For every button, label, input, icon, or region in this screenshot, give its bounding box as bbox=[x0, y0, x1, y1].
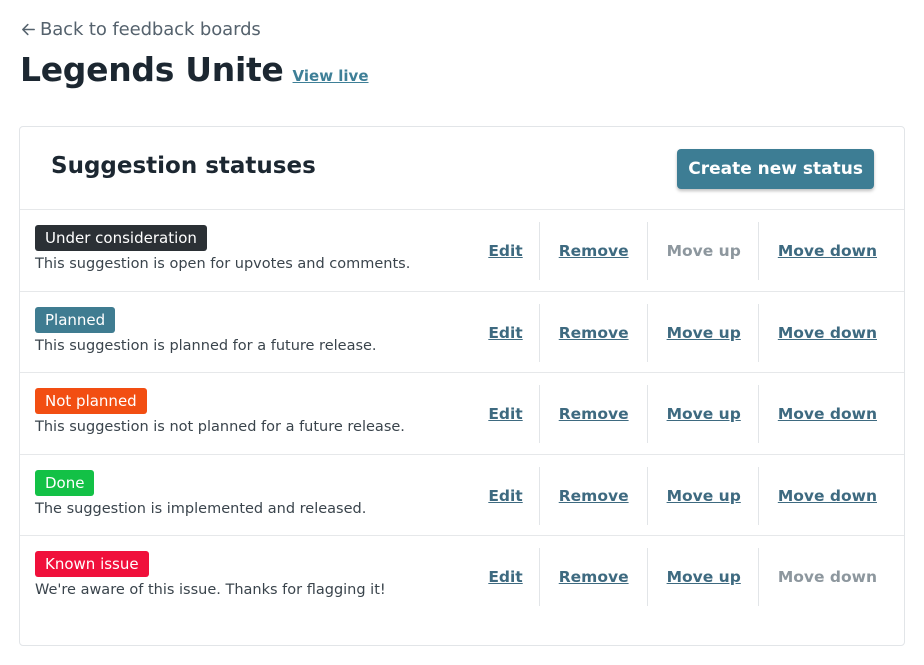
edit-link[interactable]: Edit bbox=[488, 568, 538, 586]
remove-link[interactable]: Remove bbox=[540, 487, 647, 505]
status-badge: Known issue bbox=[35, 551, 149, 577]
card-header: Suggestion statuses Create new status bbox=[20, 127, 904, 210]
section-title: Suggestion statuses bbox=[51, 153, 316, 179]
status-description: The suggestion is implemented and releas… bbox=[35, 500, 367, 517]
move-down-link[interactable]: Move down bbox=[759, 242, 894, 260]
remove-link[interactable]: Remove bbox=[540, 405, 647, 423]
move-up-link[interactable]: Move up bbox=[648, 487, 758, 505]
status-description: This suggestion is planned for a future … bbox=[35, 337, 377, 354]
status-row: Not planned This suggestion is not planne… bbox=[20, 373, 904, 455]
remove-link[interactable]: Remove bbox=[540, 568, 647, 586]
status-row: Done The suggestion is implemented and re… bbox=[20, 455, 904, 536]
status-list: Under consideration This suggestion is op… bbox=[20, 210, 904, 618]
move-down-link: Move down bbox=[777, 568, 877, 586]
move-up-link[interactable]: Move up bbox=[648, 405, 758, 423]
remove-link[interactable]: Remove bbox=[540, 324, 647, 342]
status-badge: Under consideration bbox=[35, 225, 207, 251]
move-down-link[interactable]: Move down bbox=[759, 405, 894, 423]
arrow-left-icon bbox=[22, 23, 35, 36]
status-row: Known issue We're aware of this issue. Th… bbox=[20, 536, 904, 618]
back-link-label: Back to feedback boards bbox=[40, 19, 261, 40]
status-row: Planned This suggestion is planned for a … bbox=[20, 292, 904, 373]
status-badge: Done bbox=[35, 469, 95, 496]
move-down-link[interactable]: Move down bbox=[759, 324, 894, 342]
edit-link[interactable]: Edit bbox=[488, 324, 538, 342]
status-badge: Planned bbox=[35, 306, 116, 333]
status-actions: Edit Remove Move up Move down bbox=[488, 384, 894, 444]
edit-link[interactable]: Edit bbox=[488, 487, 538, 505]
status-actions: Edit Remove Move up Move down bbox=[488, 303, 894, 363]
move-down-link[interactable]: Move down bbox=[759, 487, 894, 505]
view-live-link[interactable]: View live bbox=[293, 67, 369, 85]
statuses-card: Suggestion statuses Create new status Un… bbox=[19, 126, 905, 646]
status-description: We're aware of this issue. Thanks for fl… bbox=[35, 582, 386, 598]
status-actions: Edit Remove Move up Move down bbox=[488, 466, 894, 526]
create-new-status-button[interactable]: Create new status bbox=[677, 148, 874, 189]
page-title: Legends Unite bbox=[20, 50, 284, 89]
status-actions: Edit Remove Move up Move down bbox=[488, 221, 894, 281]
move-up-link[interactable]: Move up bbox=[648, 324, 758, 342]
move-up-link[interactable]: Move up bbox=[648, 568, 758, 586]
edit-link[interactable]: Edit bbox=[488, 242, 538, 260]
status-description: This suggestion is open for upvotes and … bbox=[35, 256, 411, 272]
status-description: This suggestion is not planned for a fut… bbox=[35, 419, 405, 435]
remove-link[interactable]: Remove bbox=[540, 242, 647, 260]
status-actions: Edit Remove Move up Move down bbox=[488, 547, 894, 607]
edit-link[interactable]: Edit bbox=[488, 405, 538, 423]
status-row: Under consideration This suggestion is op… bbox=[20, 210, 904, 292]
title-row: Legends Unite View live bbox=[20, 50, 369, 89]
move-up-link: Move up bbox=[666, 242, 741, 260]
back-to-boards-link[interactable]: Back to feedback boards bbox=[20, 19, 261, 40]
status-badge: Not planned bbox=[35, 388, 147, 414]
